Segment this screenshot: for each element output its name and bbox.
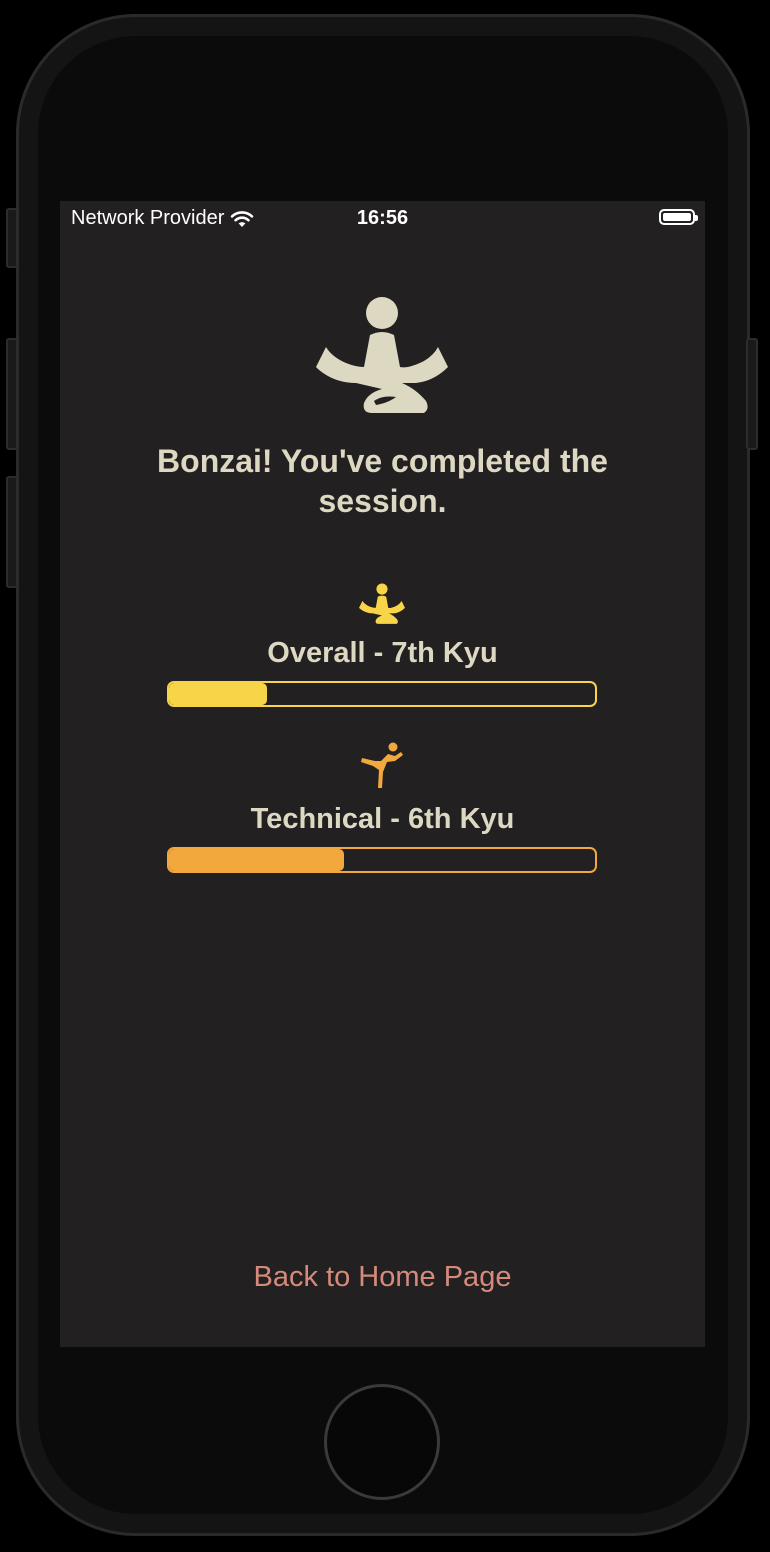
progress-bar — [167, 847, 597, 873]
battery-level — [663, 213, 691, 221]
screen: Network Provider 16:56 Bonzai! You've co… — [60, 201, 705, 1347]
battery-icon — [659, 209, 698, 225]
skill-label: Overall - 7th Kyu — [267, 637, 498, 669]
volume-down-button — [6, 476, 18, 588]
progress-fill — [169, 849, 344, 871]
martial-arts-kick-icon — [361, 742, 403, 788]
volume-up-button — [6, 338, 18, 450]
home-button[interactable] — [324, 1384, 440, 1500]
progress-bar — [167, 681, 597, 707]
meditation-icon — [316, 297, 448, 413]
meditation-icon — [359, 583, 405, 624]
status-time: 16:56 — [356, 207, 409, 229]
progress-fill — [169, 683, 267, 705]
back-to-home-button[interactable]: Back to Home Page — [60, 1261, 705, 1294]
status-bar: Network Provider 16:56 — [60, 201, 705, 235]
power-button — [746, 338, 758, 450]
mute-switch — [6, 208, 18, 268]
skill-label: Technical - 6th Kyu — [250, 803, 515, 835]
completion-headline: Bonzai! You've completed the session. — [157, 443, 608, 519]
